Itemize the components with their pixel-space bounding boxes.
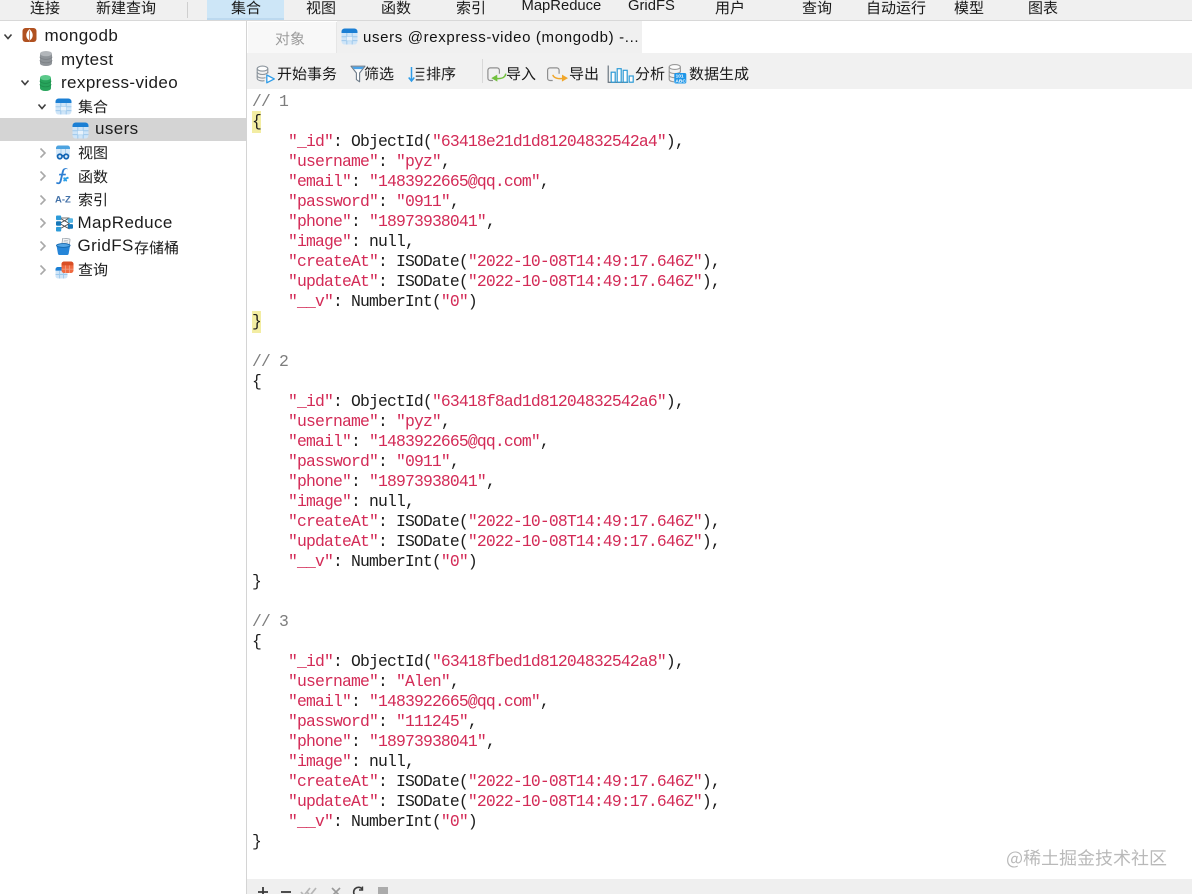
svg-text:ABC: ABC (675, 78, 686, 84)
svg-text:A-Z: A-Z (55, 195, 71, 205)
